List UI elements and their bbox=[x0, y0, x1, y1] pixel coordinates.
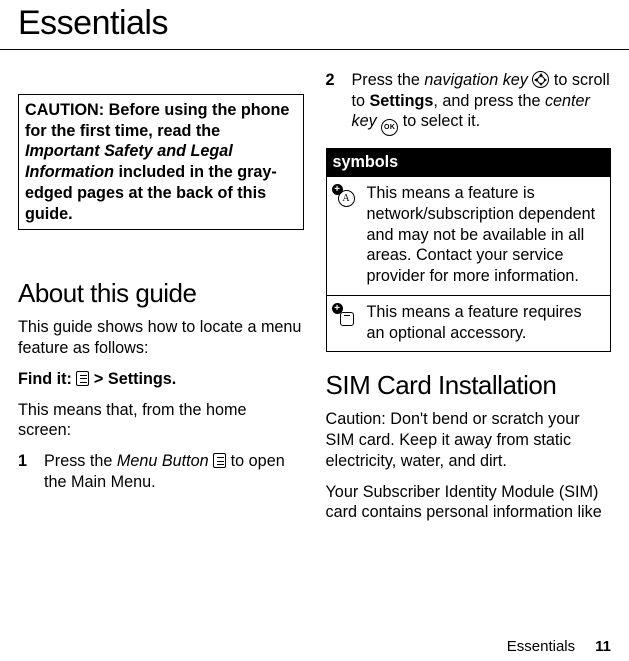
symbols-icon-accessory: + bbox=[333, 302, 359, 343]
menu-button-icon bbox=[213, 453, 226, 468]
step-2-body: Press the navigation key to scroll to Se… bbox=[352, 70, 612, 136]
sim-body: Your Subscriber Identity Module (SIM) ca… bbox=[326, 482, 612, 523]
navigation-key-icon bbox=[532, 71, 549, 88]
s1-b: Menu Button bbox=[117, 452, 209, 470]
symbols-icon-network: + A bbox=[333, 183, 359, 287]
page-title: Essentials bbox=[0, 0, 629, 47]
about-intro: This guide shows how to locate a menu fe… bbox=[18, 317, 304, 358]
content-columns: CAUTION: Before using the phone for the … bbox=[0, 50, 629, 533]
symbols-row2-text: This means a feature requires an optiona… bbox=[367, 302, 605, 343]
page-footer: Essentials 11 bbox=[507, 638, 611, 655]
find-it-line: Find it: > Settings. bbox=[18, 369, 304, 390]
footer-section: Essentials bbox=[507, 638, 575, 655]
accessory-icon: + bbox=[333, 304, 355, 326]
s2-g: to select it. bbox=[398, 112, 480, 130]
sim-heading: SIM Card Installation bbox=[326, 370, 612, 401]
s2-b: navigation key bbox=[424, 71, 528, 89]
symbols-row-2: + This means a feature requires an optio… bbox=[327, 295, 611, 351]
findit-sep: > bbox=[89, 370, 107, 388]
left-column: CAUTION: Before using the phone for the … bbox=[18, 70, 304, 533]
step-1: 1 Press the Menu Button to open the Main… bbox=[18, 451, 304, 492]
s2-a: Press the bbox=[352, 71, 425, 89]
network-feature-icon: + A bbox=[333, 185, 355, 207]
s2-d: Settings bbox=[370, 92, 434, 110]
findit-lead: Find it: bbox=[18, 370, 76, 388]
right-column: 2 Press the navigation key to scroll to … bbox=[326, 70, 612, 533]
s2-e: , and press the bbox=[433, 92, 545, 110]
sim-caution: Caution: Don't bend or scratch your SIM … bbox=[326, 409, 612, 471]
footer-page: 11 bbox=[595, 638, 611, 655]
caution-box: CAUTION: Before using the phone for the … bbox=[18, 94, 304, 230]
about-heading: About this guide bbox=[18, 278, 304, 309]
sim-caution-lead: Caution: bbox=[326, 410, 391, 428]
center-key-icon: OK bbox=[381, 119, 398, 136]
caution-lead: CAUTION: bbox=[25, 101, 109, 119]
menu-button-icon bbox=[76, 371, 89, 386]
step-2-num: 2 bbox=[326, 70, 338, 136]
symbols-table: symbols + A This means a feature is netw… bbox=[326, 148, 612, 352]
step-1-num: 1 bbox=[18, 451, 30, 492]
symbols-row-1: + A This means a feature is network/subs… bbox=[327, 176, 611, 295]
s1-a: Press the bbox=[44, 452, 117, 470]
findit-target: Settings. bbox=[108, 370, 176, 388]
symbols-row1-text: This means a feature is network/subscrip… bbox=[367, 183, 605, 287]
step-2: 2 Press the navigation key to scroll to … bbox=[326, 70, 612, 136]
symbols-head: symbols bbox=[327, 149, 611, 176]
means-line: This means that, from the home screen: bbox=[18, 400, 304, 441]
step-1-body: Press the Menu Button to open the Main M… bbox=[44, 451, 304, 492]
